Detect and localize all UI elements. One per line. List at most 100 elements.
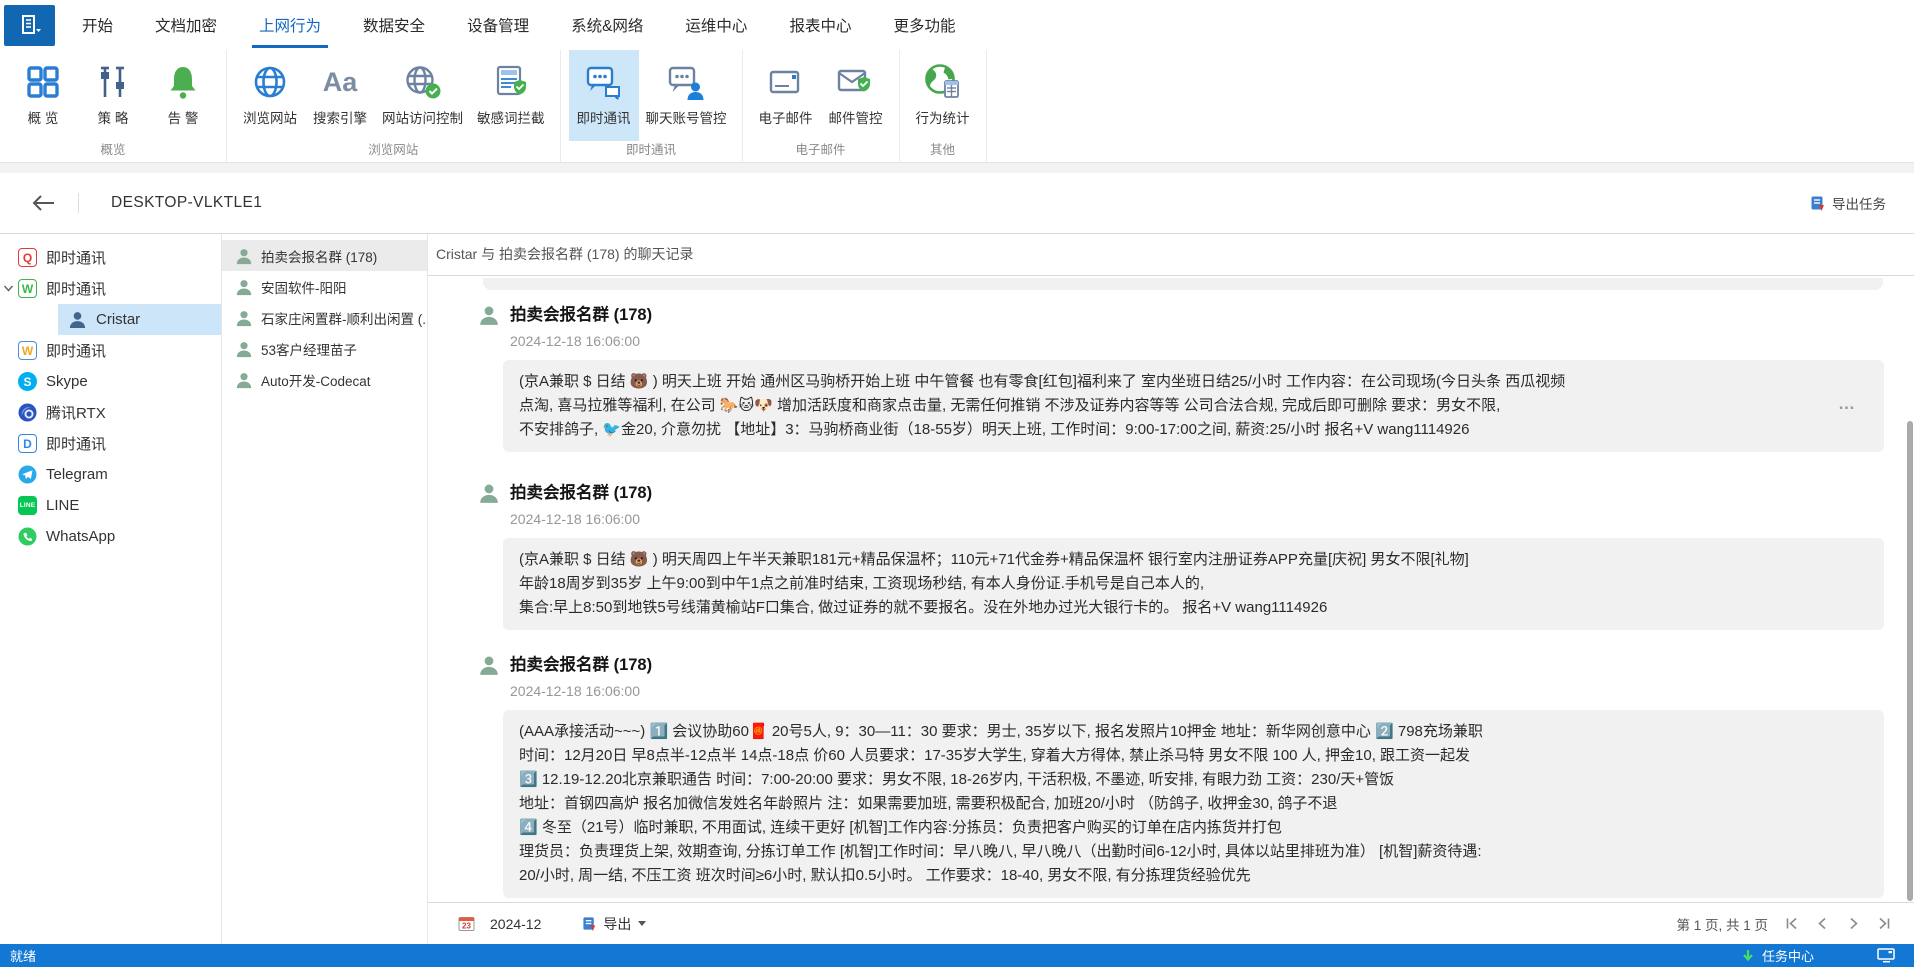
last-page-button[interactable] <box>1877 916 1892 931</box>
message-sender: 拍卖会报名群 (178) <box>510 482 1906 504</box>
ribbon-group-label: 电子邮件 <box>751 141 891 162</box>
ribbon-item-告警[interactable]: 告 警 <box>148 50 218 141</box>
tab-系统&网络[interactable]: 系统&网络 <box>550 0 664 50</box>
conversation-item[interactable]: 53客户经理苗子 <box>222 333 427 364</box>
monitor-button[interactable] <box>1877 948 1896 963</box>
member-avatar-icon <box>478 482 500 504</box>
wechat-icon: W <box>18 279 37 298</box>
ribbon-item-邮件管控[interactable]: 邮件管控 <box>821 50 891 141</box>
sidebar-item-即时通讯[interactable]: W即时通讯 <box>0 273 221 304</box>
conversation-item[interactable]: 拍卖会报名群 (178) <box>222 240 427 271</box>
message-line: (京A兼职 $ 日结 🐻 ) 明天周四上午半天兼职181元+精品保温杯；110元… <box>519 548 1868 572</box>
wecom-icon: W <box>18 341 37 360</box>
avatar-green-icon <box>235 247 253 265</box>
sidebar-item-Skype[interactable]: SSkype <box>0 366 221 397</box>
conversation-item[interactable]: Auto开发-Codecat <box>222 364 427 395</box>
back-button[interactable] <box>30 193 56 213</box>
sidebar-item-腾讯RTX[interactable]: 腾讯RTX <box>0 397 221 428</box>
globe-icon <box>252 59 288 105</box>
chat-scrollbar[interactable] <box>1906 276 1914 903</box>
ribbon-item-敏感词拦截[interactable]: 敏感词拦截 <box>470 50 552 141</box>
chevron-down-icon[interactable] <box>3 283 14 294</box>
ribbon-group-概览: 概 览策 略告 警概览 <box>0 50 227 162</box>
tab-数据安全[interactable]: 数据安全 <box>342 0 446 50</box>
prev-page-button[interactable] <box>1815 916 1830 931</box>
month-picker[interactable]: 2024-12 <box>490 916 541 932</box>
ribbon-item-网站访问控制[interactable]: 网站访问控制 <box>375 50 470 141</box>
tab-文档加密[interactable]: 文档加密 <box>134 0 238 50</box>
tab-上网行为[interactable]: 上网行为 <box>238 0 342 50</box>
sidebar-item-label: Skype <box>46 373 88 390</box>
message-more-button[interactable]: … <box>1838 394 1856 414</box>
tab-运维中心[interactable]: 运维中心 <box>664 0 768 50</box>
sidebar-item-即时通讯[interactable]: D即时通讯 <box>0 428 221 459</box>
menu-tabs: 开始文档加密上网行为数据安全设备管理系统&网络运维中心报表中心更多功能 <box>61 0 976 50</box>
tab-报表中心[interactable]: 报表中心 <box>768 0 872 50</box>
ribbon-item-聊天账号管控[interactable]: 聊天账号管控 <box>639 50 734 141</box>
message-bubble: (京A兼职 $ 日结 🐻 ) 明天上班 开始 通州区马驹桥开始上班 中午管餐 也… <box>503 360 1884 452</box>
sidebar-item-Telegram[interactable]: Telegram <box>0 459 221 490</box>
conversation-item[interactable]: 安固软件-阳阳 <box>222 271 427 302</box>
message: 拍卖会报名群 (178)2024-12-18 16:06:00(京A兼职 $ 日… <box>428 482 1906 630</box>
first-page-icon <box>1784 916 1799 931</box>
last-page-icon <box>1877 916 1892 931</box>
tab-更多功能[interactable]: 更多功能 <box>872 0 976 50</box>
message-bubble: (京A兼职 $ 日结 🐻 ) 明天周四上午半天兼职181元+精品保温杯；110元… <box>503 538 1884 630</box>
ribbon-item-label: 邮件管控 <box>829 107 883 127</box>
sidebar-item-即时通讯[interactable]: Q即时通讯 <box>0 242 221 273</box>
message-line: 3️⃣ 12.19-12.20北京兼职通告 时间：7:00-20:00 要求：男… <box>519 768 1868 792</box>
first-page-button[interactable] <box>1784 916 1799 931</box>
sidebar-item-WhatsApp[interactable]: WhatsApp <box>0 521 221 552</box>
ribbon-item-搜索引擎[interactable]: Aa搜索引擎 <box>305 50 375 141</box>
ribbon-item-概览[interactable]: 概 览 <box>8 50 78 141</box>
tab-设备管理[interactable]: 设备管理 <box>446 0 550 50</box>
qq-icon: Q <box>18 248 37 267</box>
message-line: 不安排鸽子, 🐦金20, 介意勿扰 【地址】3：马驹桥商业街（18-55岁）明天… <box>519 418 1868 442</box>
globe-check-icon <box>404 59 442 105</box>
conversation-list: 拍卖会报名群 (178)安固软件-阳阳石家庄闲置群-顺利出闲置 (... 53客户… <box>222 234 428 944</box>
conversation-item[interactable]: 石家庄闲置群-顺利出闲置 (... <box>222 302 427 333</box>
chat-scrollbar-thumb[interactable] <box>1907 421 1913 901</box>
sidebar-item-Cristar[interactable]: Cristar <box>58 304 221 335</box>
doc-shield-icon <box>492 59 530 105</box>
message-line: 理货员：负责理货上架, 效期查询, 分拣订单工作 [机智]工作时间：早八晚八, … <box>519 840 1868 864</box>
chat-icon <box>584 59 624 105</box>
message-line: 20/小时, 周一结, 不压工资 班次时间≥6小时, 默认扣0.5小时。 工作要… <box>519 864 1868 888</box>
message-line: 集合:早上8:50到地铁5号线蒲黄榆站F口集合, 做过证券的就不要报名。没在外地… <box>519 596 1868 620</box>
ribbon-group-label: 即时通讯 <box>569 141 734 162</box>
next-page-button[interactable] <box>1846 916 1861 931</box>
calendar-icon[interactable]: 23 <box>458 915 475 932</box>
ribbon-item-策略[interactable]: 策 略 <box>78 50 148 141</box>
ribbon-group-其他: 行为统计其他 <box>900 50 987 162</box>
status-text: 就绪 <box>10 946 36 965</box>
tab-开始[interactable]: 开始 <box>61 0 134 50</box>
ribbon-item-浏览网站[interactable]: 浏览网站 <box>235 50 305 141</box>
message: 拍卖会报名群 (178)2024-12-18 16:06:00(京A兼职 $ 日… <box>428 304 1906 452</box>
sidebar-item-LINE[interactable]: LINELINE <box>0 490 221 521</box>
sidebar-item-label: LINE <box>46 497 79 514</box>
conversation-label: 石家庄闲置群-顺利出闲置 (... <box>261 308 427 328</box>
export-tasks-button[interactable]: 导出任务 <box>1810 193 1886 213</box>
task-center-button[interactable]: 任务中心 <box>1762 946 1814 965</box>
ribbon-item-电子邮件[interactable]: 电子邮件 <box>751 50 821 141</box>
sidebar-item-label: 即时通讯 <box>46 340 106 361</box>
app-logo-icon <box>17 13 43 39</box>
whatsapp-icon <box>18 527 37 546</box>
conversation-label: Auto开发-Codecat <box>261 370 371 390</box>
app-menu-button[interactable] <box>4 5 55 46</box>
ribbon-item-label: 浏览网站 <box>243 107 297 127</box>
ribbon-item-行为统计[interactable]: 行为统计 <box>908 50 978 141</box>
export-label: 导出 <box>603 914 631 934</box>
device-name: DESKTOP-VLKTLE1 <box>111 194 262 212</box>
rtx-icon <box>18 403 37 422</box>
chat-panel: Cristar 与 拍卖会报名群 (178) 的聊天记录 拍卖会报名群 (178… <box>428 234 1914 944</box>
export-icon <box>582 916 598 932</box>
sidebar-item-即时通讯[interactable]: W 即时通讯 <box>0 335 221 366</box>
message: 拍卖会报名群 (178)2024-12-18 16:06:00(AAA承接活动~… <box>428 654 1906 898</box>
ribbon-item-label: 告 警 <box>168 107 199 127</box>
ribbon-item-label: 搜索引擎 <box>313 107 367 127</box>
export-button[interactable]: 导出 <box>582 914 646 934</box>
page-info: 第 1 页, 共 1 页 <box>1676 914 1768 934</box>
ribbon-item-即时通讯[interactable]: 即时通讯 <box>569 50 639 141</box>
ribbon-group-label: 浏览网站 <box>235 141 552 162</box>
